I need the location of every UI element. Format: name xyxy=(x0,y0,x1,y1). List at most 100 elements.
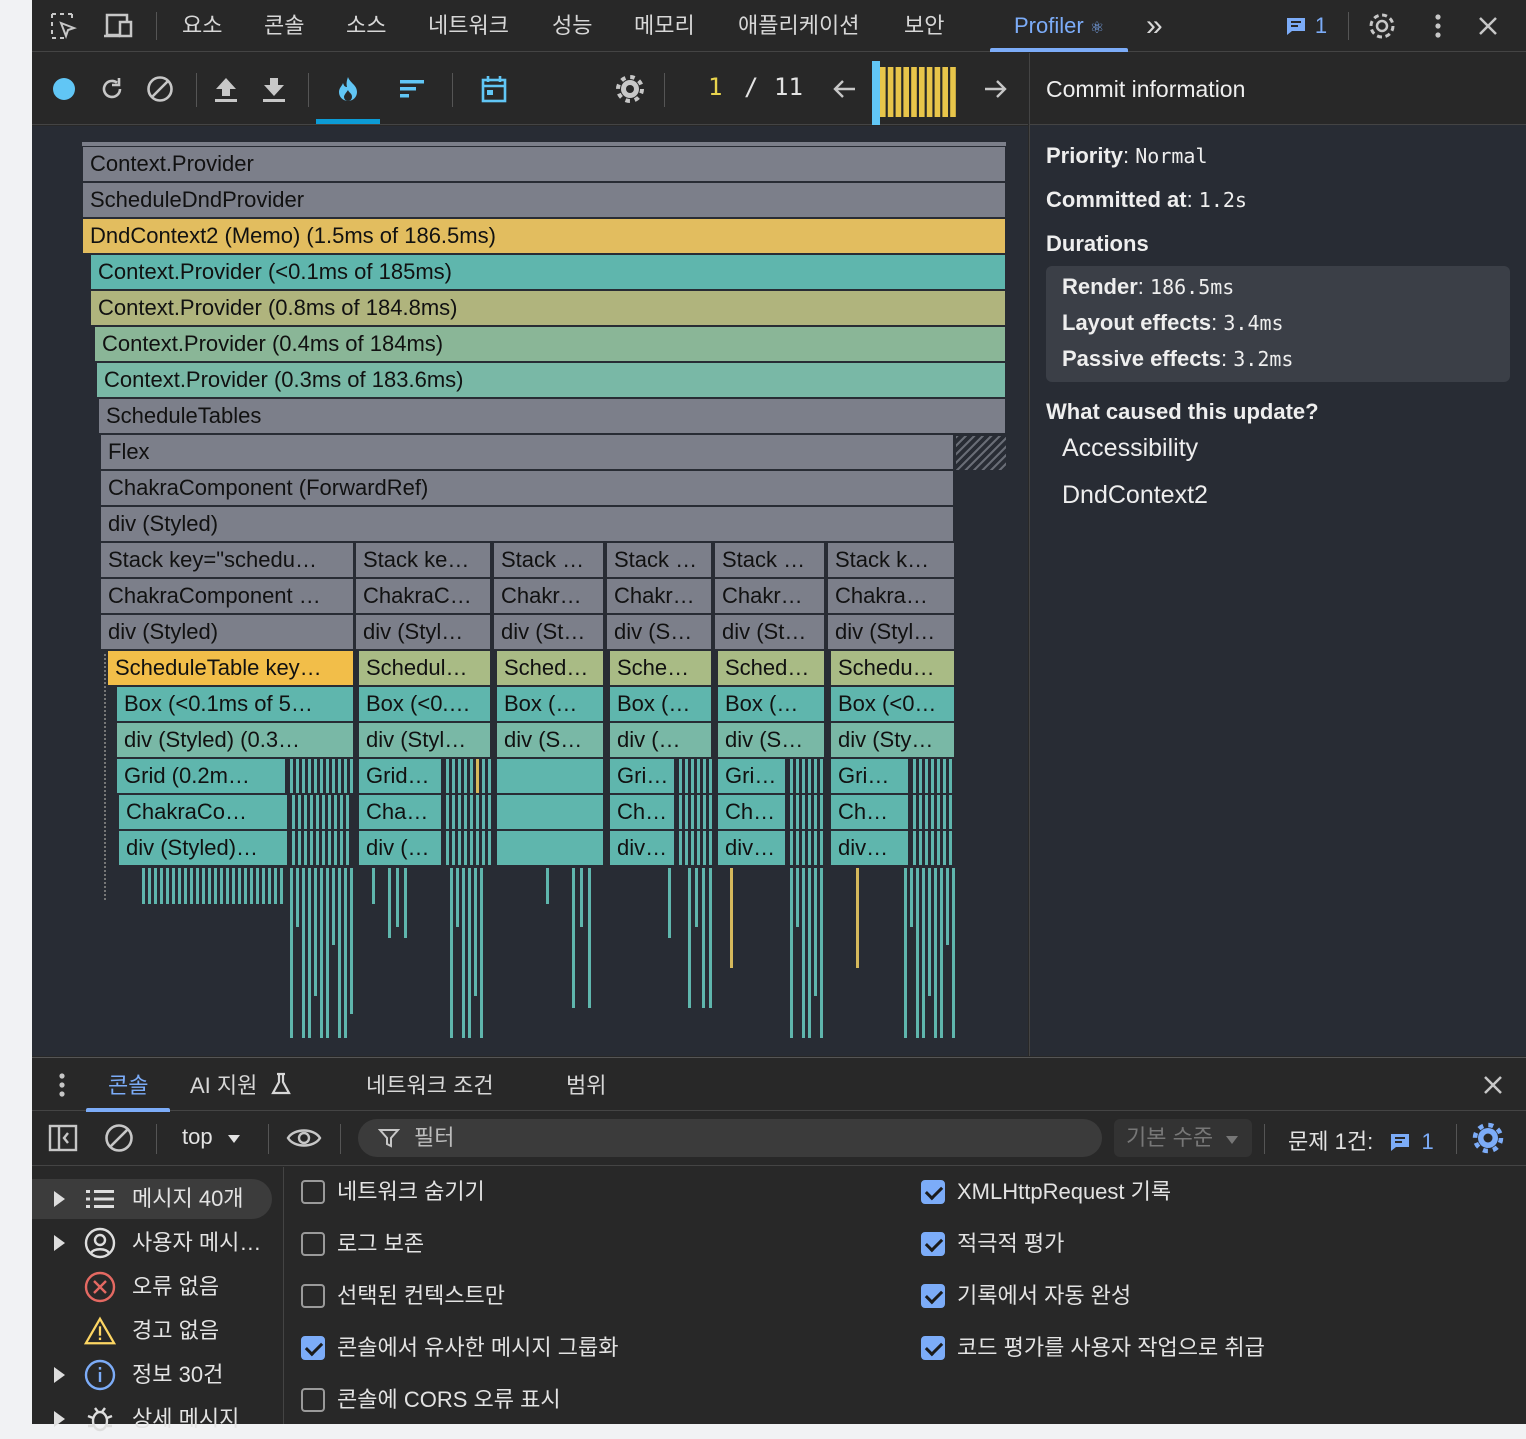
flame-stub[interactable] xyxy=(946,868,949,945)
flame-stub[interactable] xyxy=(685,759,688,793)
checkbox[interactable] xyxy=(301,1284,325,1308)
flame-stub[interactable] xyxy=(292,831,295,865)
tab-console[interactable]: 콘솔 xyxy=(260,0,308,52)
device-toolbar-icon[interactable] xyxy=(100,8,136,44)
context-selector[interactable]: top xyxy=(182,1124,241,1150)
flame-bar[interactable] xyxy=(496,794,604,830)
flame-stub[interactable] xyxy=(202,868,205,904)
flame-stub[interactable] xyxy=(338,868,341,1038)
flame-stub[interactable] xyxy=(688,868,691,1008)
tab-network[interactable]: 네트워크 xyxy=(424,0,513,52)
sidebar-item-verbose[interactable]: 상세 메시지 xyxy=(32,1399,272,1439)
flame-bar[interactable]: Gri… xyxy=(830,758,909,794)
flame-stub[interactable] xyxy=(919,795,922,829)
flame-stub[interactable] xyxy=(808,759,811,793)
flame-bar[interactable]: ChakraCo… xyxy=(118,794,288,830)
commit-bar[interactable] xyxy=(895,67,902,117)
sidebar-item-messages[interactable]: 메시지 40개 xyxy=(32,1179,272,1219)
flame-stub[interactable] xyxy=(388,868,391,938)
flame-bar[interactable]: ScheduleTable key… xyxy=(107,650,354,686)
cause-item-dndcontext2[interactable]: DndContext2 xyxy=(1062,481,1208,510)
flame-bar[interactable]: Stack ke… xyxy=(355,542,491,578)
flame-bar[interactable]: Ch… xyxy=(717,794,786,830)
flame-stub[interactable] xyxy=(709,795,712,829)
flame-stub[interactable] xyxy=(340,831,343,865)
flame-stub[interactable] xyxy=(334,795,337,829)
flame-stub[interactable] xyxy=(814,759,817,793)
flame-bar[interactable]: ChakraComponent (ForwardRef) xyxy=(100,470,954,506)
sidebar-item-warnings[interactable]: 경고 없음 xyxy=(32,1311,272,1351)
flame-stub[interactable] xyxy=(691,831,694,865)
flame-stub[interactable] xyxy=(709,868,712,1008)
flame-bar[interactable]: Context.Provider (0.3ms of 183.6ms) xyxy=(96,362,1006,398)
flame-bar[interactable]: Ch… xyxy=(830,794,909,830)
flame-bar[interactable]: div (S… xyxy=(717,722,825,758)
reload-and-profile-icon[interactable] xyxy=(94,71,130,107)
flame-stub[interactable] xyxy=(274,868,277,904)
drawer-tab-ai[interactable]: AI 지원 xyxy=(190,1058,292,1112)
flame-stub[interactable] xyxy=(350,759,353,793)
flame-stub[interactable] xyxy=(703,759,706,793)
flame-stub[interactable] xyxy=(316,831,319,865)
tab-profiler[interactable]: Profiler ⚛ xyxy=(989,0,1129,52)
flame-stub[interactable] xyxy=(790,795,793,829)
flame-stub[interactable] xyxy=(931,831,934,865)
flame-stub[interactable] xyxy=(488,831,491,865)
flame-stub[interactable] xyxy=(814,831,817,865)
flame-bar[interactable]: Gri… xyxy=(717,758,786,794)
flame-stub[interactable] xyxy=(452,795,455,829)
flame-bar[interactable]: Chakr… xyxy=(493,578,604,614)
flame-stub[interactable] xyxy=(703,831,706,865)
flame-stub[interactable] xyxy=(931,759,934,793)
flame-stub[interactable] xyxy=(250,868,253,904)
flame-bar[interactable]: div (… xyxy=(609,722,712,758)
flame-stub[interactable] xyxy=(326,868,329,1038)
flame-stub[interactable] xyxy=(685,795,688,829)
checkbox[interactable] xyxy=(301,1336,325,1360)
log-levels-dropdown[interactable]: 기본 수준 xyxy=(1114,1119,1252,1157)
flame-stub[interactable] xyxy=(943,759,946,793)
flame-bar[interactable]: Context.Provider xyxy=(82,146,1006,182)
flame-stub[interactable] xyxy=(404,868,407,938)
flame-stub[interactable] xyxy=(482,759,485,793)
flame-stub[interactable] xyxy=(482,831,485,865)
flame-stub[interactable] xyxy=(340,795,343,829)
flame-stub[interactable] xyxy=(464,795,467,829)
flame-stub[interactable] xyxy=(697,759,700,793)
flame-stub[interactable] xyxy=(820,868,823,1038)
flame-stub[interactable] xyxy=(462,868,465,1038)
flame-bar[interactable]: Chakra… xyxy=(827,578,955,614)
checkbox[interactable] xyxy=(921,1284,945,1308)
flame-stub[interactable] xyxy=(668,868,671,938)
clear-console-icon[interactable] xyxy=(104,1123,134,1158)
flame-stub[interactable] xyxy=(446,759,449,793)
flame-stub[interactable] xyxy=(184,868,187,904)
flame-bar[interactable]: Gri… xyxy=(609,758,675,794)
flame-bar[interactable]: Box (… xyxy=(609,686,712,722)
tab-application[interactable]: 애플리케이션 xyxy=(734,0,863,52)
flame-stub[interactable] xyxy=(334,831,337,865)
timeline-calendar-icon[interactable] xyxy=(476,71,512,107)
flame-bar[interactable]: Stack k… xyxy=(827,542,955,578)
flame-bar[interactable]: Stack … xyxy=(606,542,712,578)
issues-indicator[interactable]: 문제 1건: 1 xyxy=(1288,1124,1434,1156)
flame-stub[interactable] xyxy=(488,759,491,793)
flame-stub[interactable] xyxy=(314,868,317,996)
flame-stub[interactable] xyxy=(456,868,459,927)
flame-bar[interactable]: Schedul… xyxy=(358,650,491,686)
commit-bar[interactable] xyxy=(911,67,917,117)
flame-bar[interactable]: Box (… xyxy=(496,686,604,722)
flame-stub[interactable] xyxy=(344,759,347,793)
profiler-settings-icon[interactable] xyxy=(612,71,648,107)
flame-stub[interactable] xyxy=(790,868,793,1038)
flame-stub[interactable] xyxy=(820,831,823,865)
flame-stub[interactable] xyxy=(808,831,811,865)
load-profile-icon[interactable] xyxy=(208,71,244,107)
flame-stub[interactable] xyxy=(790,831,793,865)
tab-memory[interactable]: 메모리 xyxy=(630,0,699,52)
flame-stub[interactable] xyxy=(808,795,811,829)
flame-stub[interactable] xyxy=(679,831,682,865)
flame-bar[interactable]: Grid… xyxy=(358,758,442,794)
flame-stub[interactable] xyxy=(322,795,325,829)
save-profile-icon[interactable] xyxy=(256,71,292,107)
